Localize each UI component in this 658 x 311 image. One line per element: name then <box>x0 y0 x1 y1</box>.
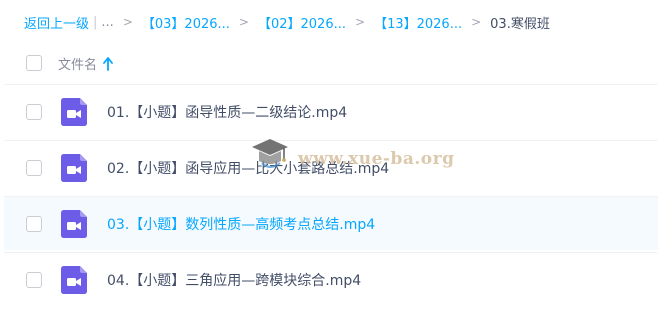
file-row-selected[interactable]: 03.【小题】数列性质—高频考点总结.mp4 <box>4 196 658 250</box>
breadcrumb: 返回上一级 | ... > 【03】2026... > 【02】2026... … <box>24 11 550 33</box>
breadcrumb-current: 03.寒假班 <box>490 16 550 32</box>
file-list-header: 文件名 <box>0 46 658 80</box>
file-name[interactable]: 03.【小题】数列性质—高频考点总结.mp4 <box>107 214 375 234</box>
arrow-up-icon <box>103 56 113 71</box>
breadcrumb-crumb[interactable]: 【13】2026... <box>374 13 462 32</box>
name-column-label: 文件名 <box>58 58 98 73</box>
video-file-icon <box>61 266 87 294</box>
row-checkbox[interactable] <box>26 272 42 288</box>
breadcrumb-crumb[interactable]: 【03】2026... <box>142 13 230 32</box>
breadcrumb-divider: | <box>93 14 98 30</box>
file-row[interactable]: 04.【小题】三角应用—跨模块综合.mp4 <box>4 252 658 306</box>
back-link[interactable]: 返回上一级 <box>24 13 89 32</box>
file-name[interactable]: 02.【小题】函导应用—比大小套路总结.mp4 <box>107 158 389 178</box>
video-file-icon <box>61 154 87 182</box>
breadcrumb-ellipsis[interactable]: ... <box>101 15 113 30</box>
chevron-right-icon: > <box>122 15 133 29</box>
breadcrumb-crumb[interactable]: 【02】2026... <box>258 13 346 32</box>
row-checkbox[interactable] <box>26 160 42 176</box>
file-row[interactable]: 02.【小题】函导应用—比大小套路总结.mp4 <box>4 140 658 194</box>
file-name[interactable]: 01.【小题】函导性质—二级结论.mp4 <box>107 102 347 122</box>
file-name[interactable]: 04.【小题】三角应用—跨模块综合.mp4 <box>107 270 361 290</box>
chevron-right-icon: > <box>238 15 249 29</box>
file-row[interactable]: 01.【小题】函导性质—二级结论.mp4 <box>4 84 658 138</box>
chevron-right-icon: > <box>355 15 366 29</box>
row-checkbox[interactable] <box>26 104 42 120</box>
name-column-header[interactable]: 文件名 <box>58 54 113 73</box>
chevron-right-icon: > <box>471 15 482 29</box>
row-checkbox[interactable] <box>26 216 42 232</box>
select-all-checkbox[interactable] <box>26 55 42 71</box>
video-file-icon <box>61 210 87 238</box>
video-file-icon <box>61 98 87 126</box>
